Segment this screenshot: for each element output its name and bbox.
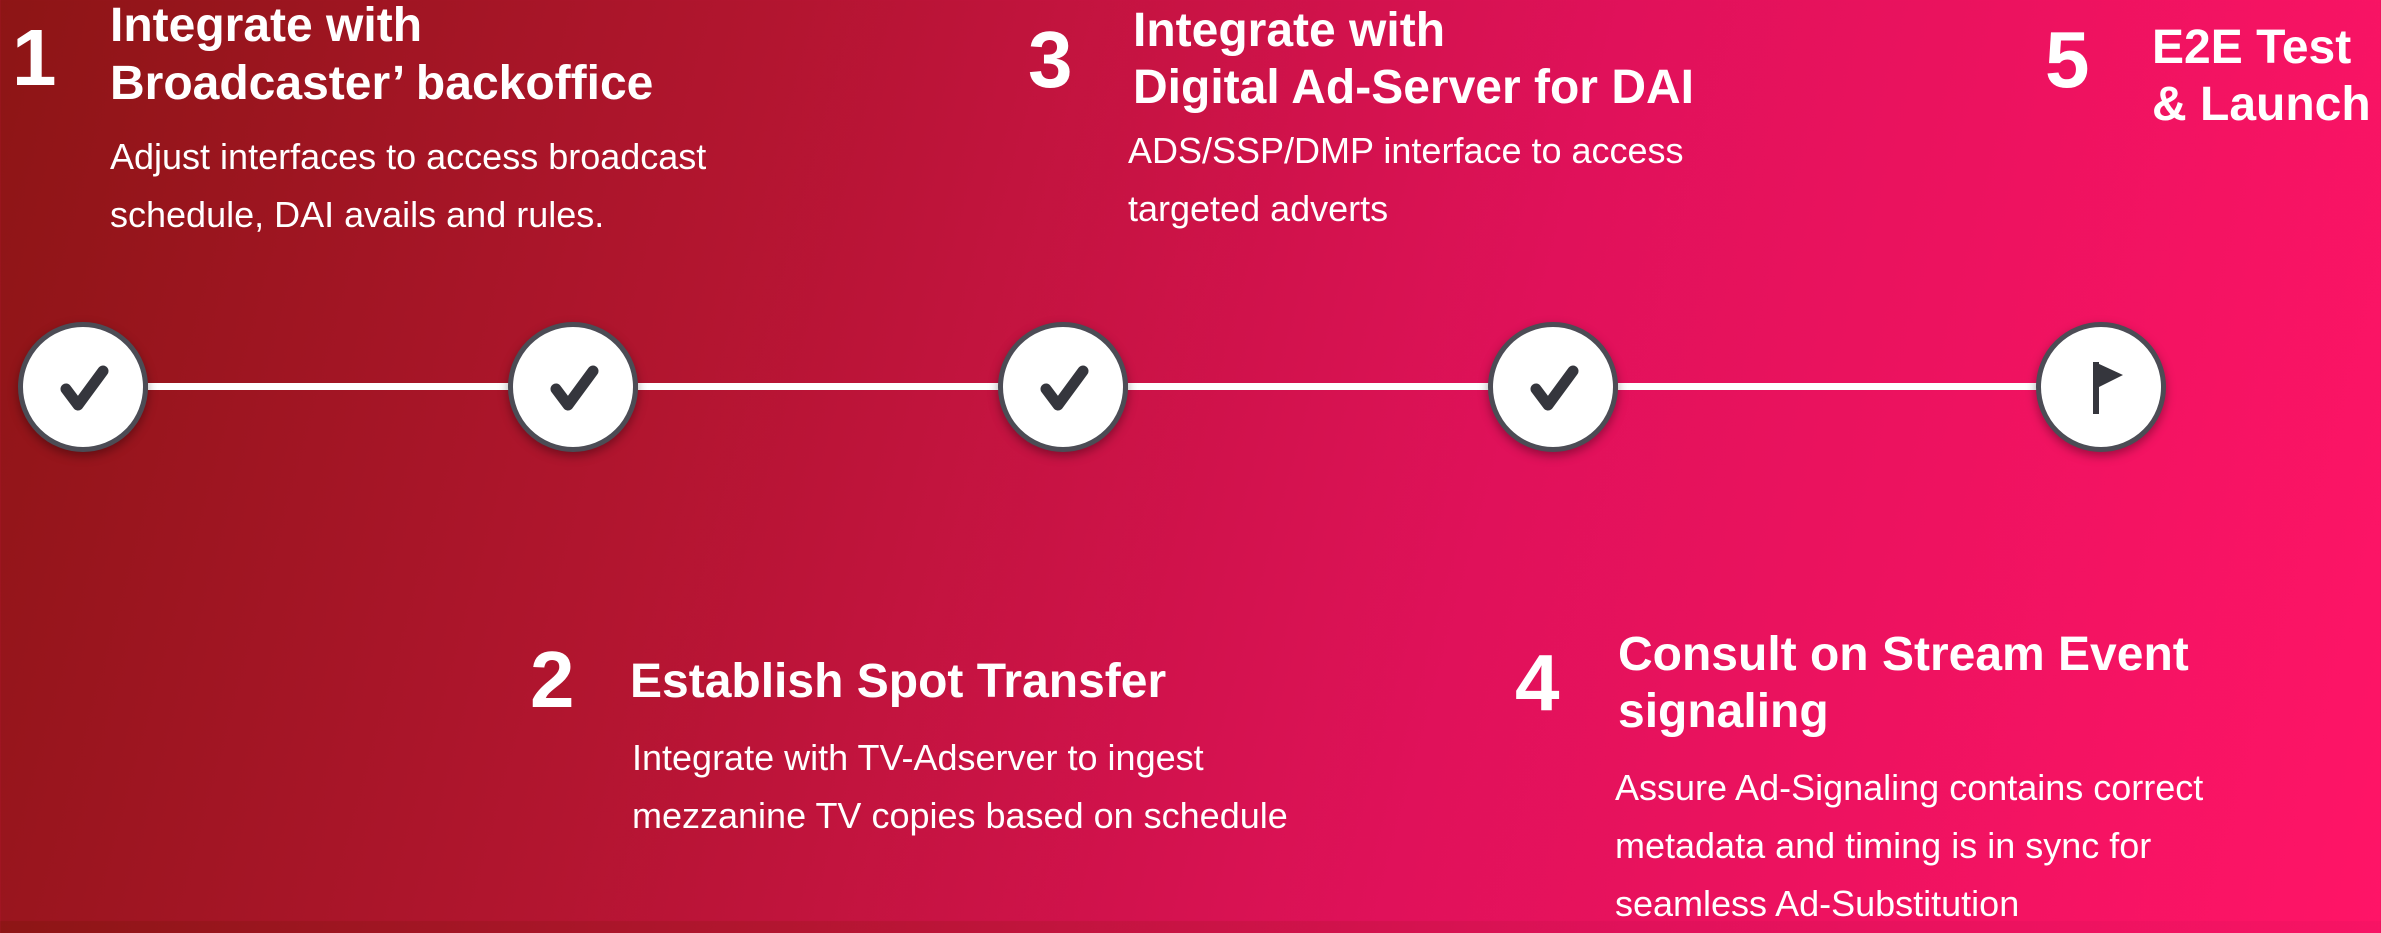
step-4-desc-line2: metadata and timing is in sync for: [1615, 825, 2152, 866]
timeline-node-4: [1488, 322, 1618, 452]
timeline-connector-2-3: [638, 383, 1000, 390]
step-3-desc-line2: targeted adverts: [1128, 188, 1389, 229]
timeline-connector-4-5: [1618, 383, 2038, 390]
step-1-number: 1: [12, 13, 57, 102]
timeline-node-1: [18, 322, 148, 452]
step-1-title-line2: Broadcaster’ backoffice: [110, 57, 654, 110]
timeline-connector-3-4: [1128, 383, 1490, 390]
step-5-title-line1: E2E Test: [2152, 21, 2352, 74]
step-1-desc-line2: schedule, DAI avails and rules.: [110, 194, 605, 235]
step-2-desc-line1: Integrate with TV-Adserver to ingest: [632, 737, 1204, 778]
step-1-title-line1: Integrate with: [110, 0, 423, 52]
flag-icon: [2093, 362, 2123, 414]
step-4-desc-line1: Assure Ad-Signaling contains correct: [1615, 767, 2204, 808]
timeline-node-3: [998, 322, 1128, 452]
step-3-title-line1: Integrate with: [1133, 4, 1446, 57]
step-3-title-line2: Digital Ad-Server for DAI: [1133, 61, 1694, 114]
timeline-connector-1-2: [148, 383, 510, 390]
step-2-number: 2: [530, 635, 575, 724]
step-5-number: 5: [2045, 15, 2090, 104]
step-4-desc-line3: seamless Ad-Substitution: [1615, 883, 2020, 924]
step-4-title-line2: signaling: [1618, 685, 1829, 738]
timeline-node-2: [508, 322, 638, 452]
check-icon: [550, 365, 599, 411]
check-icon: [1530, 365, 1579, 411]
step-3-desc-line1: ADS/SSP/DMP interface to access: [1128, 130, 1684, 171]
step-4-title-line1: Consult on Stream Event: [1618, 628, 2189, 681]
check-icon: [1040, 365, 1089, 411]
step-5-title-line2: & Launch: [2152, 78, 2371, 131]
step-1-desc-line1: Adjust interfaces to access broadcast: [110, 136, 707, 177]
step-4-number: 4: [1515, 638, 1560, 727]
step-2-desc-line2: mezzanine TV copies based on schedule: [632, 795, 1288, 836]
step-2-title-line1: Establish Spot Transfer: [630, 655, 1167, 708]
step-3-number: 3: [1028, 15, 1073, 104]
check-icon: [60, 365, 109, 411]
timeline-node-5: [2036, 322, 2166, 452]
